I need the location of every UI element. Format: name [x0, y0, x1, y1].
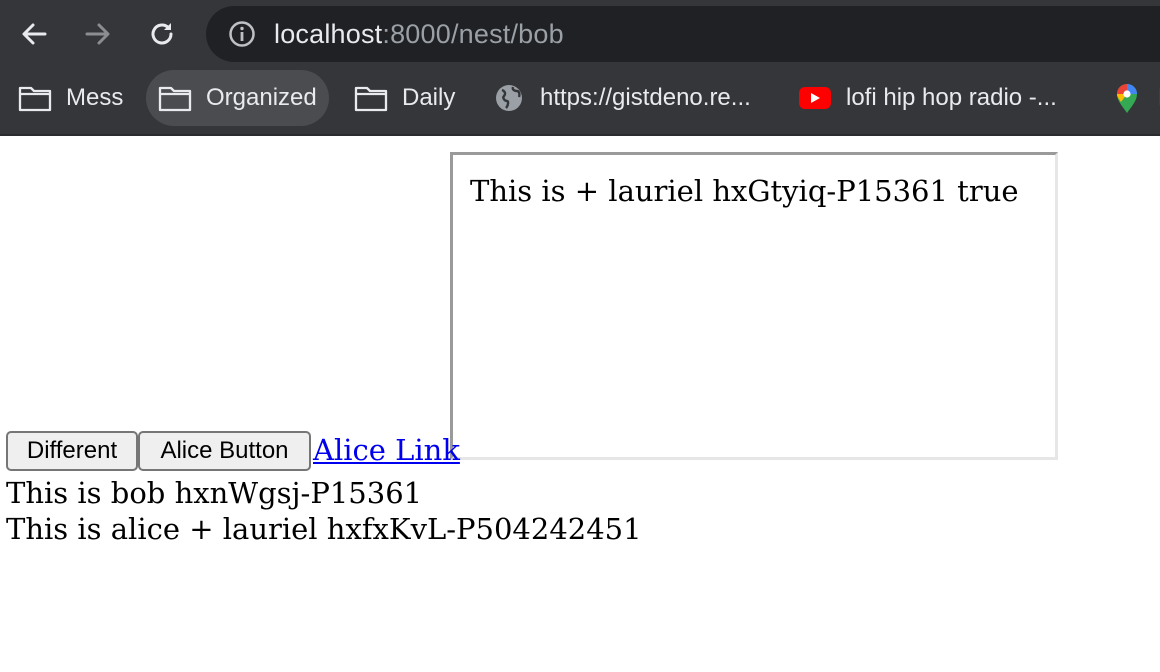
forward-arrow-icon[interactable]: [74, 10, 122, 58]
maps-pin-icon: [1110, 84, 1144, 113]
bookmark-daily[interactable]: Daily: [342, 70, 467, 126]
alice-button[interactable]: Alice Button: [138, 431, 311, 471]
browser-toolbar: localhost:8000/nest/bob: [0, 0, 1160, 70]
address-bar[interactable]: localhost:8000/nest/bob: [206, 6, 1160, 62]
youtube-icon: [798, 84, 832, 112]
frame-text: This is + lauriel hxGtyiq-P15361 true: [470, 174, 1019, 208]
nested-frame: This is + lauriel hxGtyiq-P15361 true: [450, 152, 1058, 460]
bookmark-label: Mess: [66, 84, 124, 111]
bookmark-maps[interactable]: E: [1098, 70, 1160, 126]
bob-text: This is bob hxnWgsj-P15361: [6, 476, 423, 510]
folder-icon: [354, 84, 388, 112]
bookmark-organized[interactable]: Organized: [146, 70, 329, 126]
bookmark-label: lofi hip hop radio -...: [846, 84, 1057, 111]
url-path: :8000/nest/bob: [382, 19, 564, 49]
bookmark-gistdeno[interactable]: https://gistdeno.re...: [480, 70, 763, 126]
bookmarks-bar: Mess Organized Daily https://gistdeno.re…: [0, 70, 1160, 136]
globe-icon: [492, 84, 526, 112]
bookmark-label: https://gistdeno.re...: [540, 84, 751, 111]
reload-icon[interactable]: [138, 10, 186, 58]
url-text[interactable]: localhost:8000/nest/bob: [274, 17, 564, 51]
alice-text: This is alice + lauriel hxfxKvL-P5042424…: [6, 512, 642, 546]
bookmark-lofi[interactable]: lofi hip hop radio -...: [786, 70, 1069, 126]
info-icon[interactable]: [228, 20, 256, 48]
back-arrow-icon[interactable]: [10, 10, 58, 58]
url-host: localhost: [274, 19, 383, 49]
bookmark-mess[interactable]: Mess: [6, 70, 135, 126]
bookmark-label: Organized: [206, 84, 317, 111]
folder-icon: [158, 84, 192, 112]
different-button[interactable]: Different: [6, 431, 138, 471]
alice-link[interactable]: Alice Link: [313, 432, 460, 468]
bookmark-label: Daily: [402, 84, 456, 111]
folder-icon: [18, 84, 52, 112]
